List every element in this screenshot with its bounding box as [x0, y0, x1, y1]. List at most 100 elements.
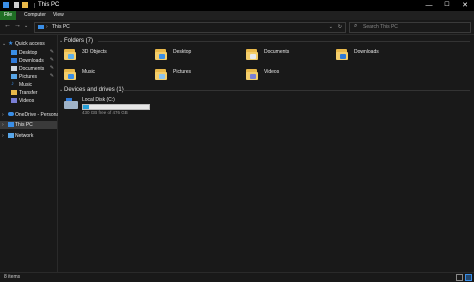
- hard-drive-icon: [64, 98, 78, 109]
- search-input[interactable]: ⌕ Search This PC: [349, 22, 471, 33]
- network-icon: [8, 133, 14, 138]
- search-icon: ⌕: [354, 23, 358, 29]
- forward-button[interactable]: →: [14, 22, 21, 29]
- divider: [98, 41, 470, 42]
- sidebar-item-this-pc[interactable]: › This PC: [0, 121, 57, 129]
- address-path: This PC: [52, 24, 70, 30]
- this-pc-icon: [8, 122, 14, 127]
- minimize-button[interactable]: —: [420, 0, 438, 11]
- drive-usage-fill: [83, 105, 90, 109]
- folder-label: Documents: [264, 49, 290, 55]
- pin-icon: ✎: [49, 65, 54, 71]
- folder-label: Videos: [264, 69, 280, 75]
- folder-label: Music: [82, 69, 96, 75]
- navigation-pane: ⌄ ★ Quick access Desktop ✎ Downloads ✎ D…: [0, 35, 61, 272]
- address-row: ← → ⌄ › This PC ⌄ ↻ ⌕ Search This PC: [0, 20, 474, 35]
- sidebar-item-label: Downloads: [19, 58, 44, 64]
- music-icon: ♪: [11, 81, 14, 87]
- folder-label: Desktop: [173, 49, 192, 55]
- sidebar-item-documents[interactable]: Documents ✎: [0, 65, 57, 73]
- sidebar-item-label: OneDrive - Personal: [15, 112, 61, 118]
- sidebar-item-label: Videos: [19, 98, 35, 104]
- sidebar-item-transfer[interactable]: Transfer: [0, 89, 57, 97]
- folders-group-header[interactable]: Folders (7): [64, 38, 93, 44]
- sidebar-item-label: Pictures: [19, 74, 38, 80]
- documents-icon: [11, 66, 17, 71]
- drive-free-space: 430 GB free of 476 GB: [82, 110, 128, 115]
- back-button[interactable]: ←: [4, 22, 11, 29]
- chevron-right-icon[interactable]: ›: [2, 112, 4, 118]
- sidebar-item-label: This PC: [15, 122, 33, 128]
- title-bar: This PC — ☐ ✕: [0, 0, 474, 11]
- sidebar-item-pictures[interactable]: Pictures ✎: [0, 73, 57, 81]
- folder-icon: [11, 90, 17, 95]
- pictures-folder-icon: [155, 67, 167, 81]
- sidebar-item-label: Network: [15, 133, 34, 139]
- sidebar-item-network[interactable]: › Network: [0, 132, 57, 140]
- sidebar-item-label: Music: [19, 82, 33, 88]
- documents-folder-icon: [246, 47, 258, 61]
- sidebar-item-label: Desktop: [19, 50, 38, 56]
- item-count: 8 items: [4, 274, 21, 280]
- folder-pictures[interactable]: Pictures: [155, 67, 235, 87]
- folder-music[interactable]: Music: [64, 67, 144, 87]
- pin-icon: ✎: [49, 73, 54, 79]
- content-pane: ⌄ Folders (7) 3D Objects Desktop Documen…: [58, 35, 474, 272]
- properties-icon[interactable]: [14, 2, 19, 8]
- chevron-right-icon[interactable]: ›: [2, 122, 4, 128]
- sidebar-item-downloads[interactable]: Downloads ✎: [0, 57, 57, 65]
- chevron-down-icon[interactable]: ⌄: [59, 87, 63, 93]
- new-folder-icon[interactable]: [22, 2, 28, 8]
- pin-icon: ✎: [49, 49, 54, 55]
- downloads-icon: [11, 58, 17, 63]
- refresh-icon[interactable]: ↻: [338, 24, 342, 30]
- quick-access-label: Quick access: [15, 41, 45, 47]
- folder-desktop[interactable]: Desktop: [155, 47, 235, 67]
- sidebar-item-label: Documents: [19, 66, 45, 72]
- close-button[interactable]: ✕: [456, 0, 474, 11]
- address-bar[interactable]: › This PC ⌄ ↻: [34, 22, 346, 33]
- ribbon-tabs: File Computer View: [0, 11, 474, 20]
- folder-videos[interactable]: Videos: [246, 67, 326, 87]
- chevron-down-icon[interactable]: ⌄: [59, 38, 63, 44]
- drives-group-header[interactable]: Devices and drives (1): [64, 87, 124, 93]
- drive-local-disk-c[interactable]: Local Disk (C:) 430 GB free of 476 GB: [64, 97, 204, 119]
- chevron-down-icon[interactable]: ⌄: [329, 24, 333, 30]
- folder-downloads[interactable]: Downloads: [336, 47, 416, 67]
- videos-folder-icon: [246, 67, 258, 81]
- chevron-down-icon[interactable]: ⌄: [2, 41, 6, 47]
- sidebar-item-videos[interactable]: Videos: [0, 97, 57, 105]
- tab-computer[interactable]: Computer: [20, 11, 50, 20]
- search-placeholder: Search This PC: [363, 24, 398, 30]
- this-pc-icon: [38, 25, 44, 29]
- sidebar-item-music[interactable]: ♪ Music: [0, 81, 57, 89]
- pin-icon: ✎: [49, 57, 54, 63]
- sidebar-item-desktop[interactable]: Desktop ✎: [0, 49, 57, 57]
- quick-access[interactable]: ⌄ ★ Quick access: [0, 40, 57, 48]
- recent-locations-icon[interactable]: ⌄: [24, 23, 28, 29]
- details-view-icon[interactable]: [456, 274, 463, 281]
- large-icons-view-icon[interactable]: [465, 274, 472, 281]
- chevron-right-icon[interactable]: ›: [46, 24, 48, 30]
- divider: [34, 3, 35, 8]
- desktop-icon: [11, 50, 17, 55]
- folder-3d-objects[interactable]: 3D Objects: [64, 47, 144, 67]
- star-icon: ★: [8, 41, 14, 47]
- folder-label: Downloads: [354, 49, 379, 55]
- tab-file[interactable]: File: [0, 11, 17, 20]
- folder-label: 3D Objects: [82, 49, 107, 55]
- folder-documents[interactable]: Documents: [246, 47, 326, 67]
- maximize-button[interactable]: ☐: [438, 0, 456, 11]
- sidebar-item-label: Transfer: [19, 90, 38, 96]
- window-title: This PC: [38, 2, 60, 8]
- folder-label: Pictures: [173, 69, 192, 75]
- cloud-icon: [8, 112, 14, 116]
- this-pc-icon[interactable]: [3, 2, 9, 8]
- drive-label: Local Disk (C:): [82, 97, 115, 103]
- tab-view[interactable]: View: [49, 11, 68, 20]
- chevron-right-icon[interactable]: ›: [2, 133, 4, 139]
- sidebar-item-onedrive[interactable]: › OneDrive - Personal: [0, 111, 61, 119]
- downloads-folder-icon: [336, 47, 348, 61]
- music-folder-icon: [64, 67, 76, 81]
- 3d-objects-icon: [64, 47, 76, 61]
